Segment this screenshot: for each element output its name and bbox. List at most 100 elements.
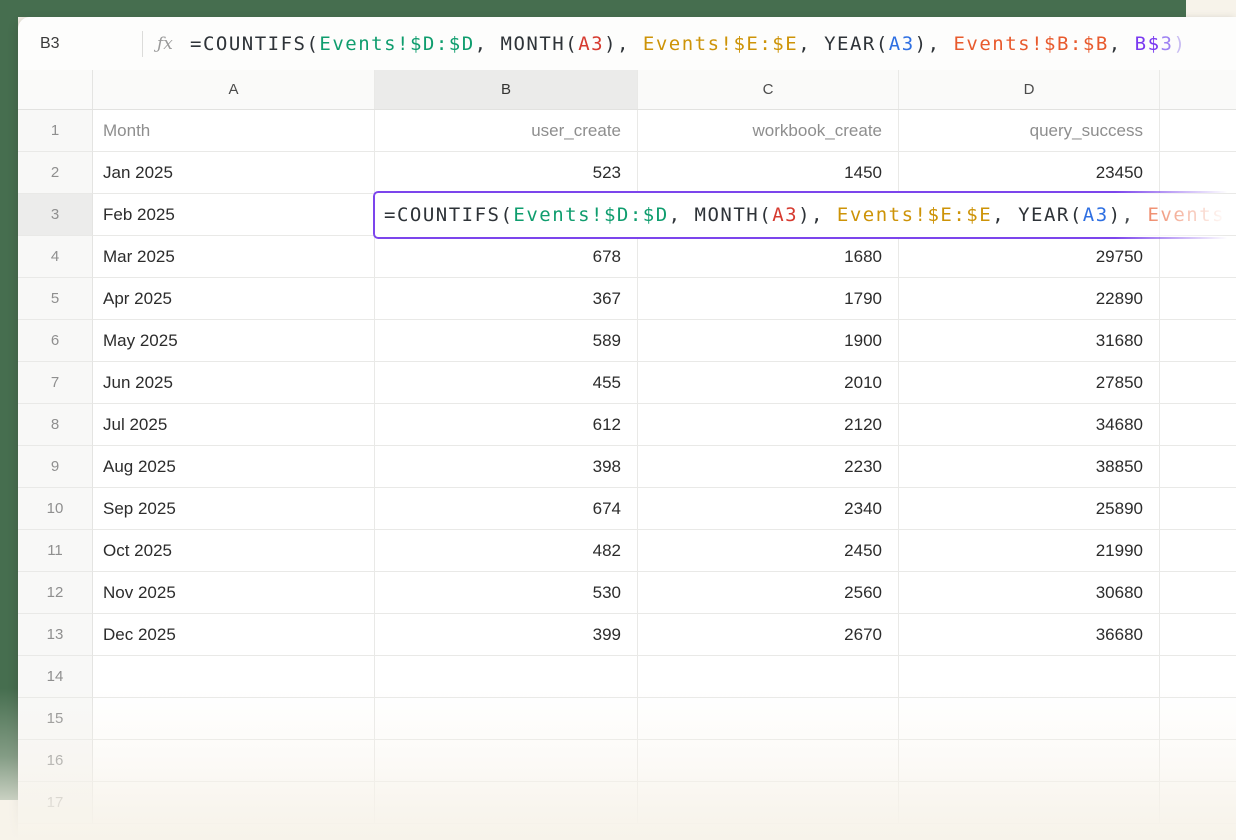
cell-C1[interactable]: workbook_create — [638, 110, 899, 152]
cell-B13[interactable]: 399 — [375, 614, 638, 656]
cell-C11[interactable]: 2450 — [638, 530, 899, 572]
cell-B1[interactable]: user_create — [375, 110, 638, 152]
cell-D9[interactable]: 38850 — [899, 446, 1160, 488]
cell-A17[interactable] — [93, 782, 375, 824]
cell-C9[interactable]: 2230 — [638, 446, 899, 488]
cell-B12[interactable]: 530 — [375, 572, 638, 614]
cell-B10[interactable]: 674 — [375, 488, 638, 530]
cell-A12[interactable]: Nov 2025 — [93, 572, 375, 614]
cell-D5[interactable]: 22890 — [899, 278, 1160, 320]
cell-A4[interactable]: Mar 2025 — [93, 236, 375, 278]
cell-C7[interactable]: 2010 — [638, 362, 899, 404]
cell-A5[interactable]: Apr 2025 — [93, 278, 375, 320]
formula-input[interactable]: =COUNTIFS(Events!$D:$D, MONTH(A3), Event… — [190, 33, 1236, 55]
cell-B8[interactable]: 612 — [375, 404, 638, 446]
select-all-corner[interactable] — [18, 70, 93, 109]
cell-E7[interactable] — [1160, 362, 1236, 404]
cell-E1[interactable] — [1160, 110, 1236, 152]
cell-E2[interactable] — [1160, 152, 1236, 194]
cell-A9[interactable]: Aug 2025 — [93, 446, 375, 488]
cell-D7[interactable]: 27850 — [899, 362, 1160, 404]
cell-A7[interactable]: Jun 2025 — [93, 362, 375, 404]
cell-E11[interactable] — [1160, 530, 1236, 572]
cell-A14[interactable] — [93, 656, 375, 698]
cell-E8[interactable] — [1160, 404, 1236, 446]
column-header-partial[interactable] — [1160, 70, 1236, 109]
cell-C16[interactable] — [638, 740, 899, 782]
row-number-11[interactable]: 11 — [18, 530, 93, 572]
cell-A16[interactable] — [93, 740, 375, 782]
row-number-4[interactable]: 4 — [18, 236, 93, 278]
row-number-5[interactable]: 5 — [18, 278, 93, 320]
cell-A15[interactable] — [93, 698, 375, 740]
cell-C2[interactable]: 1450 — [638, 152, 899, 194]
cell-D6[interactable]: 31680 — [899, 320, 1160, 362]
cell-B14[interactable] — [375, 656, 638, 698]
cell-B15[interactable] — [375, 698, 638, 740]
cell-D16[interactable] — [899, 740, 1160, 782]
cell-C17[interactable] — [638, 782, 899, 824]
cell-E17[interactable] — [1160, 782, 1236, 824]
cell-E10[interactable] — [1160, 488, 1236, 530]
row-number-14[interactable]: 14 — [18, 656, 93, 698]
cell-reference-box[interactable]: B3 — [18, 35, 142, 53]
row-number-10[interactable]: 10 — [18, 488, 93, 530]
cell-D13[interactable]: 36680 — [899, 614, 1160, 656]
cell-A6[interactable]: May 2025 — [93, 320, 375, 362]
cell-A8[interactable]: Jul 2025 — [93, 404, 375, 446]
cell-E4[interactable] — [1160, 236, 1236, 278]
cell-C15[interactable] — [638, 698, 899, 740]
cell-D8[interactable]: 34680 — [899, 404, 1160, 446]
cell-C14[interactable] — [638, 656, 899, 698]
cell-A10[interactable]: Sep 2025 — [93, 488, 375, 530]
cell-A3[interactable]: Feb 2025 — [93, 194, 375, 236]
cell-D2[interactable]: 23450 — [899, 152, 1160, 194]
cell-B4[interactable]: 678 — [375, 236, 638, 278]
row-number-7[interactable]: 7 — [18, 362, 93, 404]
cell-D10[interactable]: 25890 — [899, 488, 1160, 530]
cell-D14[interactable] — [899, 656, 1160, 698]
cell-B17[interactable] — [375, 782, 638, 824]
column-header-B[interactable]: B — [375, 70, 638, 109]
cell-editor[interactable]: =COUNTIFS(Events!$D:$D, MONTH(A3), Event… — [373, 191, 1236, 239]
cell-E6[interactable] — [1160, 320, 1236, 362]
cell-D12[interactable]: 30680 — [899, 572, 1160, 614]
cell-C10[interactable]: 2340 — [638, 488, 899, 530]
cell-D4[interactable]: 29750 — [899, 236, 1160, 278]
cell-B7[interactable]: 455 — [375, 362, 638, 404]
row-number-6[interactable]: 6 — [18, 320, 93, 362]
cell-E14[interactable] — [1160, 656, 1236, 698]
cell-B6[interactable]: 589 — [375, 320, 638, 362]
column-header-A[interactable]: A — [93, 70, 375, 109]
row-number-8[interactable]: 8 — [18, 404, 93, 446]
cell-E12[interactable] — [1160, 572, 1236, 614]
cell-A1[interactable]: Month — [93, 110, 375, 152]
cell-C6[interactable]: 1900 — [638, 320, 899, 362]
row-number-15[interactable]: 15 — [18, 698, 93, 740]
cell-D1[interactable]: query_success — [899, 110, 1160, 152]
column-header-D[interactable]: D — [899, 70, 1160, 109]
row-number-1[interactable]: 1 — [18, 110, 93, 152]
cell-C5[interactable]: 1790 — [638, 278, 899, 320]
cell-B2[interactable]: 523 — [375, 152, 638, 194]
cell-C13[interactable]: 2670 — [638, 614, 899, 656]
row-number-12[interactable]: 12 — [18, 572, 93, 614]
column-header-C[interactable]: C — [638, 70, 899, 109]
cell-E13[interactable] — [1160, 614, 1236, 656]
row-number-3[interactable]: 3 — [18, 194, 93, 236]
cell-A11[interactable]: Oct 2025 — [93, 530, 375, 572]
cell-C4[interactable]: 1680 — [638, 236, 899, 278]
cell-E9[interactable] — [1160, 446, 1236, 488]
row-number-2[interactable]: 2 — [18, 152, 93, 194]
cell-E16[interactable] — [1160, 740, 1236, 782]
cell-B9[interactable]: 398 — [375, 446, 638, 488]
row-number-17[interactable]: 17 — [18, 782, 93, 824]
cell-C12[interactable]: 2560 — [638, 572, 899, 614]
cell-C8[interactable]: 2120 — [638, 404, 899, 446]
row-number-16[interactable]: 16 — [18, 740, 93, 782]
cell-D15[interactable] — [899, 698, 1160, 740]
cell-D17[interactable] — [899, 782, 1160, 824]
row-number-13[interactable]: 13 — [18, 614, 93, 656]
row-number-9[interactable]: 9 — [18, 446, 93, 488]
cell-A13[interactable]: Dec 2025 — [93, 614, 375, 656]
